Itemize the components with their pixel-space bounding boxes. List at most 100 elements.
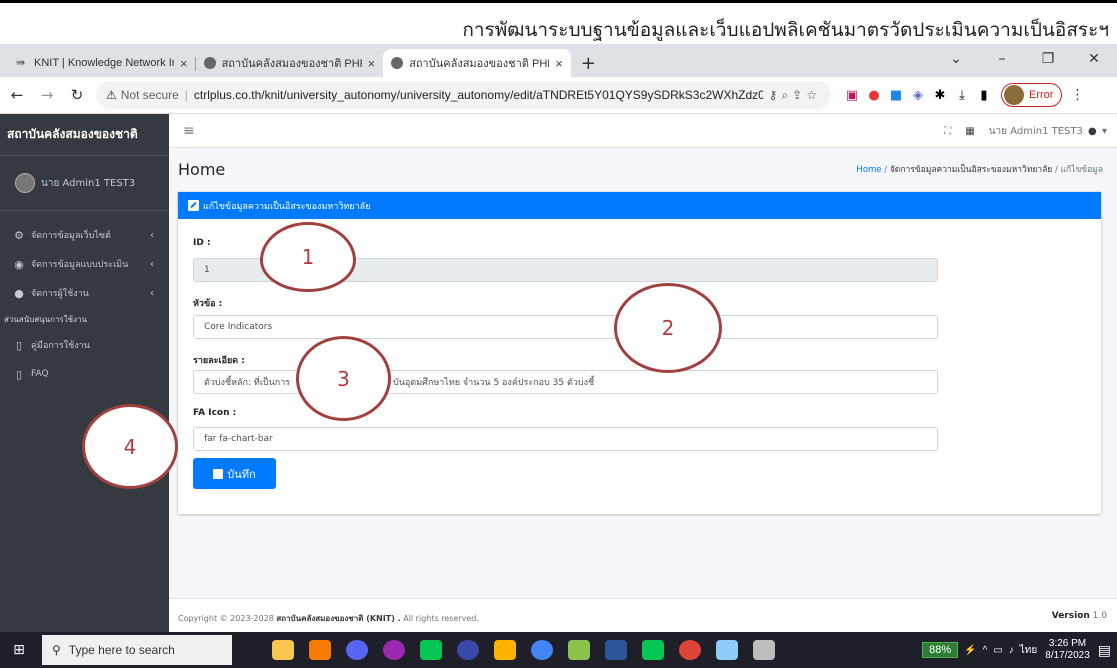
discord-icon[interactable]: [346, 640, 368, 660]
callout-number: 2: [661, 316, 675, 340]
footer-org-link[interactable]: สถาบันคลังสมองของชาติ (KNIT) .: [276, 614, 400, 623]
id-label: ID :: [193, 238, 211, 248]
callout-number: 4: [123, 434, 137, 459]
sidebar-user-panel[interactable]: นาย Admin1 TEST3: [0, 156, 169, 211]
address-divider: |: [184, 88, 188, 102]
battery-indicator[interactable]: 88%: [922, 642, 959, 658]
tray-chevron-icon[interactable]: ^: [983, 645, 988, 656]
restore-icon[interactable]: ❐: [1025, 51, 1071, 67]
bookmark-star-icon[interactable]: ☆: [806, 88, 821, 102]
opera-icon[interactable]: ●: [863, 88, 885, 103]
forward-icon[interactable]: →: [34, 86, 60, 104]
taskbar-apps: [272, 640, 790, 660]
callout-number: 3: [337, 366, 350, 391]
tab-search-icon[interactable]: ⌄: [933, 51, 979, 67]
chrome-icon[interactable]: [679, 640, 701, 660]
windows-start-icon[interactable]: ⊞: [6, 642, 32, 658]
navbar-right: ⛶ ▦ นาย Admin1 TEST3 ● ▾: [930, 124, 1107, 139]
network-icon[interactable]: ▭: [993, 645, 1002, 656]
sidebar-item-label: จัดการข้อมูลแบบประเมิน: [31, 260, 129, 270]
line-icon[interactable]: [420, 640, 442, 660]
reload-icon[interactable]: ↻: [64, 86, 90, 104]
back-icon[interactable]: ←: [4, 86, 30, 104]
download-icon[interactable]: ⤓: [951, 88, 973, 103]
notification-icon[interactable]: ▤: [1098, 642, 1111, 659]
word-icon[interactable]: [605, 640, 627, 660]
hamburger-menu-icon[interactable]: ≡: [183, 123, 195, 139]
app-icon[interactable]: [568, 640, 590, 660]
fullscreen-icon[interactable]: ⛶: [944, 126, 951, 137]
extension-icon[interactable]: ◈: [907, 88, 929, 103]
app-icon[interactable]: [753, 640, 775, 660]
page-footer: Copyright © 2023-2028 สถาบันคลังสมองของช…: [169, 598, 1117, 632]
page-title: Home: [178, 160, 226, 179]
chevron-left-icon: ‹: [150, 287, 154, 299]
footer-rights: All rights reserved.: [403, 614, 479, 623]
save-button-label: บันทึก: [227, 467, 256, 481]
sidebar-item-website[interactable]: ⚙ จัดการข้อมูลเว็บไซต์ ‹: [0, 222, 169, 248]
close-tab-icon[interactable]: ×: [368, 56, 376, 71]
browser-tab[interactable]: ⇛ KNIT | Knowledge Network Instit ×: [8, 49, 196, 77]
share-icon[interactable]: ⇪: [792, 88, 806, 102]
new-tab-button[interactable]: +: [581, 49, 596, 77]
profile-error-button[interactable]: Error: [1001, 83, 1063, 107]
taskbar-search[interactable]: ⚲ Type here to search: [42, 635, 232, 665]
not-secure-label: Not secure: [120, 88, 179, 102]
sidebar-item-manual[interactable]: ▯ คู่มือการใช้งาน: [0, 332, 169, 358]
browser-tab-active[interactable]: สถาบันคลังสมองของชาติ PHP CI MA ×: [383, 49, 571, 77]
callout-bubble-3: 3: [296, 336, 391, 421]
callout-bubble-4: 4: [82, 404, 178, 489]
fa-icon-input[interactable]: far fa-chart-bar: [193, 427, 938, 451]
topic-input[interactable]: Core Indicators: [193, 315, 938, 339]
sidebar-user-name: นาย Admin1 TEST3: [41, 177, 136, 189]
sidebar-item-faq[interactable]: ▯ FAQ: [0, 361, 169, 387]
document-caption: การพัฒนาระบบฐานข้อมูลและเว็บแอปพลิเคชันม…: [0, 0, 1117, 44]
save-button[interactable]: บันทึก: [193, 458, 276, 489]
url-text[interactable]: ctrlplus.co.th/knit/university_autonomy/…: [194, 88, 763, 102]
extension-icon[interactable]: ▣: [841, 88, 863, 103]
apps-grid-icon[interactable]: ▦: [965, 126, 974, 137]
browser-tab[interactable]: สถาบันคลังสมองของชาติ PHP CI MA ×: [196, 49, 384, 77]
tab-label: สถาบันคลังสมองของชาติ PHP CI MA: [221, 58, 362, 70]
breadcrumb-home[interactable]: Home: [856, 165, 881, 175]
menu-kebab-icon[interactable]: ⋮: [1070, 87, 1084, 103]
extension-icon[interactable]: ■: [885, 88, 907, 103]
callout-number: 1: [301, 245, 315, 269]
copyright-prefix: Copyright © 2023-2028: [178, 614, 274, 623]
window-controls: ⌄ – ❐ ✕: [933, 44, 1117, 74]
app-icon[interactable]: [383, 640, 405, 660]
sidepanel-icon[interactable]: ▮: [973, 88, 995, 103]
sidebar-item-users[interactable]: ● จัดการผู้ใช้งาน ‹: [0, 280, 169, 306]
volume-icon[interactable]: ♪: [1009, 645, 1014, 656]
close-tab-icon[interactable]: ×: [180, 56, 188, 71]
navbar-user-menu[interactable]: นาย Admin1 TEST3 ● ▾: [989, 124, 1107, 139]
chrome-icon[interactable]: [531, 640, 553, 660]
app-icon[interactable]: [457, 640, 479, 660]
breadcrumb-current: แก้ไขข้อมูล: [1060, 165, 1103, 175]
icon-label: FA Icon :: [193, 408, 237, 418]
line-icon[interactable]: [642, 640, 664, 660]
zoom-icon[interactable]: ⌕: [781, 88, 792, 102]
tab-label: KNIT | Knowledge Network Instit: [34, 57, 174, 69]
puzzle-icon[interactable]: ✱: [929, 88, 951, 103]
key-icon[interactable]: ⚷: [769, 88, 782, 102]
close-window-icon[interactable]: ✕: [1071, 51, 1117, 67]
sidebar-item-assessment[interactable]: ◉ จัดการข้อมูลแบบประเมิน ‹: [0, 251, 169, 277]
address-bar[interactable]: ⚠ Not secure | ctrlplus.co.th/knit/unive…: [96, 81, 831, 109]
minimize-icon[interactable]: –: [979, 51, 1025, 67]
widgets-icon[interactable]: [272, 640, 294, 660]
vlc-icon[interactable]: [309, 640, 331, 660]
file-icon: ▯: [15, 338, 23, 352]
clock[interactable]: 3:26 PM 8/17/2023: [1045, 638, 1090, 662]
card-header: แก้ไขข้อมูลความเป็นอิสระของมหาวิทยาลัย: [178, 192, 1101, 219]
breadcrumb-section[interactable]: จัดการข้อมูลความเป็นอิสระของมหาวิทยาลัย: [890, 165, 1052, 175]
profile-avatar: [1004, 85, 1024, 105]
app-icon[interactable]: [716, 640, 738, 660]
brand-link[interactable]: สถาบันคลังสมองของชาติ: [0, 114, 169, 156]
sidebar-item-label: FAQ: [31, 369, 49, 379]
close-tab-icon[interactable]: ×: [555, 56, 563, 71]
browser-toolbar: ← → ↻ ⚠ Not secure | ctrlplus.co.th/knit…: [0, 77, 1117, 114]
file-explorer-icon[interactable]: [494, 640, 516, 660]
language-indicator[interactable]: ไทย: [1020, 643, 1037, 658]
version-number: 1.0: [1092, 611, 1107, 621]
